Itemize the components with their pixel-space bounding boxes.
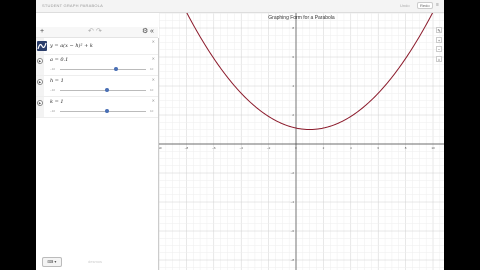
keyboard-toggle-button[interactable]: ⌨ ▾ [42,257,62,267]
graph-title: Graphing Form for a Parabola [268,15,335,21]
y-tick-label: −2 [291,171,295,175]
add-expression-button[interactable]: + [40,28,44,36]
slider-thumb[interactable] [105,88,110,92]
slider-min[interactable]: −10 [50,109,55,113]
x-tick-label: −8 [185,146,189,150]
collapse-list-icon[interactable]: « [150,28,154,36]
x-tick-label: 10 [431,146,435,150]
play-slider-icon[interactable]: ▶ [37,79,43,85]
expression-input[interactable]: y = a(x − h)² + k [50,43,93,49]
header-redo-button[interactable]: Redo [417,2,433,9]
x-tick-label: −2 [267,146,271,150]
x-tick-label: 4 [350,146,352,150]
x-tick-label: 6 [377,146,379,150]
graph-paper[interactable]: −10−8−6−4−202468108642−2−4−6−8 Graphing … [159,13,444,270]
settings-icon[interactable]: ⚙ [142,28,148,36]
x-tick-label: −10 [159,146,162,150]
y-tick-label: −4 [291,200,295,204]
expression-row-1[interactable]: y = a(x − h)² + k ✕ [36,38,158,55]
expression-list: y = a(x − h)² + k ✕ ▶ a = 0.1 ✕ −10 10 ▶… [36,38,159,270]
expression-input[interactable]: h = 1 [50,78,64,84]
expression-input[interactable]: a = 0.1 [50,57,68,63]
slider-track[interactable] [60,90,146,91]
expression-toolbar: + ↶ ↷ ⚙ « [36,27,158,38]
redo-icon[interactable]: ↷ [96,28,102,36]
slider-max[interactable]: 10 [150,88,153,92]
x-tick-label: 0 [295,146,297,150]
delete-expression-icon[interactable]: ✕ [152,98,155,103]
x-tick-label: −4 [239,146,243,150]
graph-canvas[interactable]: −10−8−6−4−202468108642−2−4−6−8 [159,13,444,270]
play-slider-icon[interactable]: ▶ [37,100,43,106]
slider-thumb[interactable] [113,67,118,71]
delete-expression-icon[interactable]: ✕ [152,39,155,44]
x-tick-label: 2 [323,146,325,150]
zoom-out-icon[interactable]: − [436,46,442,52]
header-undo-button[interactable]: Undo [400,3,410,8]
slider-min[interactable]: −10 [50,67,55,71]
wrench-icon[interactable]: ✎ [436,27,442,33]
slider-track[interactable] [60,69,146,70]
x-tick-label: 8 [405,146,407,150]
graph-title-text[interactable]: STUDENT GRAPH PARABOLA [42,3,103,8]
undo-icon[interactable]: ↶ [88,28,94,36]
delete-expression-icon[interactable]: ✕ [152,77,155,82]
slider-max[interactable]: 10 [150,67,153,71]
menu-icon[interactable]: ≡ [436,3,439,8]
slider-track[interactable] [60,111,146,112]
x-tick-label: −6 [212,146,216,150]
expression-input[interactable]: k = 1 [50,99,64,105]
expression-row-2[interactable]: ▶ a = 0.1 ✕ −10 10 [36,55,158,76]
home-icon[interactable]: ⌂ [436,56,442,62]
desmos-logo: desmos [88,259,103,264]
app-header: STUDENT GRAPH PARABOLA Undo Redo ≡ [36,0,444,13]
y-tick-label: −8 [291,258,295,262]
expression-row-4[interactable]: ▶ k = 1 ✕ −10 10 [36,97,158,118]
expression-row-3[interactable]: ▶ h = 1 ✕ −10 10 [36,76,158,97]
delete-expression-icon[interactable]: ✕ [152,56,155,61]
y-tick-label: −6 [291,229,295,233]
graph-color-icon[interactable] [37,41,47,51]
slider-thumb[interactable] [105,109,110,113]
desmos-window: STUDENT GRAPH PARABOLA Undo Redo ≡ + ↶ ↷… [36,0,444,270]
play-slider-icon[interactable]: ▶ [37,58,43,64]
slider-max[interactable]: 10 [150,109,153,113]
slider-min[interactable]: −10 [50,88,55,92]
zoom-in-icon[interactable]: + [436,37,442,43]
